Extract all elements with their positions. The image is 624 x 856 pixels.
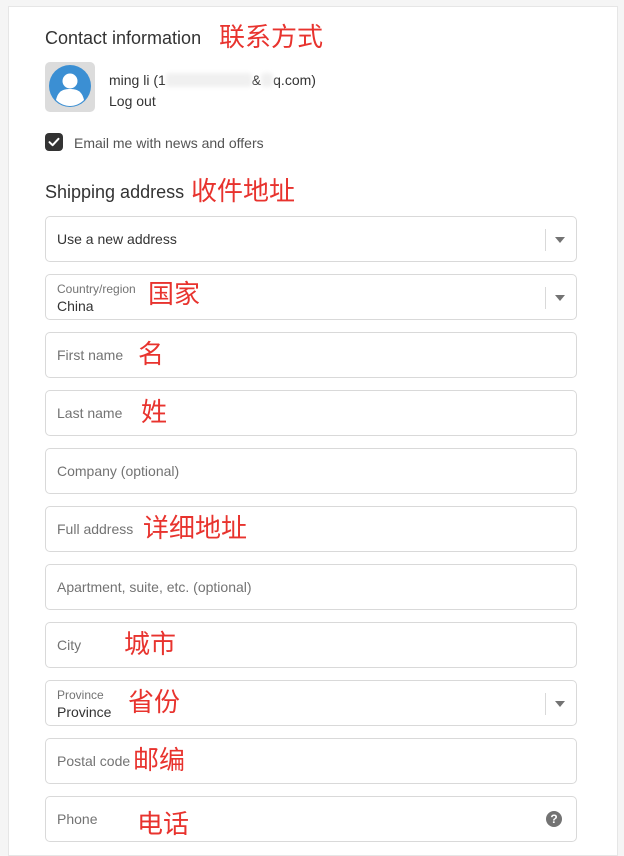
last-name-annotation: 姓	[141, 398, 168, 428]
apartment-placeholder: Apartment, suite, etc. (optional)	[57, 579, 252, 595]
first-name-placeholder: First name	[57, 347, 124, 363]
postal-code-annotation: 邮编	[133, 746, 186, 776]
question-circle-icon[interactable]: ?	[546, 811, 562, 827]
shipping-title-annotation: 收件地址	[191, 177, 296, 207]
postal-code-placeholder: Postal code	[57, 753, 131, 769]
chevron-down-icon	[555, 237, 565, 243]
postal-code-input[interactable]: Postal code	[45, 738, 577, 784]
contact-title-annotation: 联系方式	[219, 23, 324, 53]
phone-input[interactable]: Phone ?	[45, 796, 577, 842]
avatar	[45, 62, 95, 112]
email-redaction-2	[261, 73, 274, 87]
province-annotation: 省份	[128, 688, 181, 718]
phone-annotation: 电话	[137, 810, 190, 840]
apartment-input[interactable]: Apartment, suite, etc. (optional)	[45, 564, 577, 610]
country-value: China	[57, 298, 94, 314]
select-divider	[545, 287, 546, 309]
company-placeholder: Company (optional)	[57, 463, 180, 479]
company-input[interactable]: Company (optional)	[45, 448, 577, 494]
first-name-annotation: 名	[138, 340, 165, 370]
saved-address-value: Use a new address	[57, 231, 177, 247]
first-name-input[interactable]: First name	[45, 332, 577, 378]
account-name: ming li (1	[109, 72, 166, 88]
shipping-section-title: Shipping address	[45, 182, 185, 202]
select-divider	[545, 693, 546, 715]
province-select[interactable]: Province Province	[45, 680, 577, 726]
chevron-down-icon	[555, 295, 565, 301]
saved-address-select[interactable]: Use a new address	[45, 216, 577, 262]
chevron-down-icon	[555, 701, 565, 707]
select-divider	[545, 229, 546, 251]
address-placeholder: Full address	[57, 521, 134, 537]
phone-placeholder: Phone	[57, 811, 98, 827]
city-placeholder: City	[57, 637, 82, 653]
address-annotation: 详细地址	[143, 514, 248, 544]
address-input[interactable]: Full address	[45, 506, 577, 552]
account-email-masked: &	[251, 72, 262, 88]
last-name-input[interactable]: Last name	[45, 390, 577, 436]
email-redaction	[165, 73, 252, 87]
city-annotation: 城市	[124, 630, 177, 660]
checkmark-icon	[48, 137, 60, 147]
account-identity: ming li (1 & q.com)	[109, 71, 316, 89]
province-value: Province	[57, 704, 112, 720]
province-label: Province	[57, 688, 104, 702]
logout-link[interactable]: Log out	[109, 92, 156, 110]
account-email-end: q.com)	[273, 72, 316, 88]
country-select[interactable]: Country/region China	[45, 274, 577, 320]
contact-section-title: Contact information	[45, 28, 202, 48]
newsletter-label: Email me with news and offers	[74, 135, 264, 151]
newsletter-checkbox[interactable]	[45, 133, 63, 151]
country-annotation: 国家	[148, 280, 201, 310]
country-label: Country/region	[57, 282, 136, 296]
last-name-placeholder: Last name	[57, 405, 123, 421]
user-avatar-icon	[49, 65, 91, 107]
